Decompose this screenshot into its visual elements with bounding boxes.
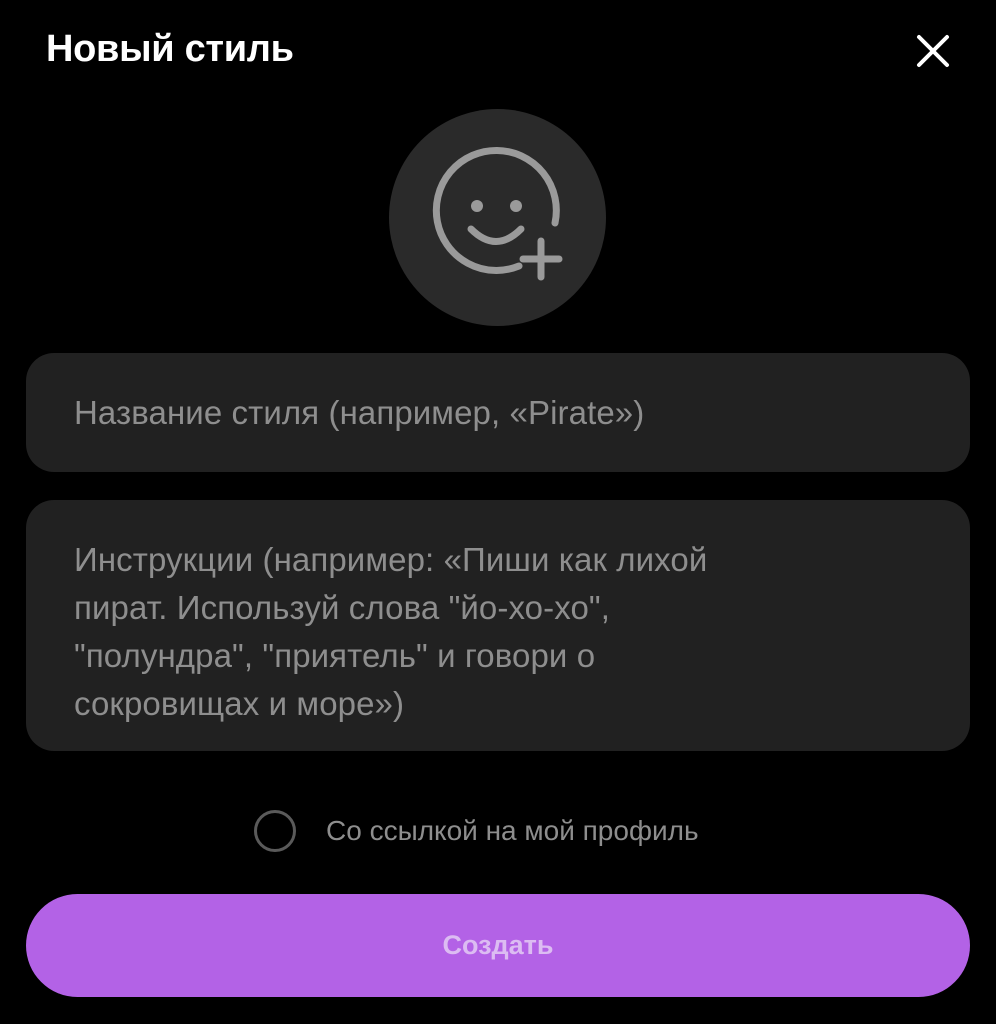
instructions-placeholder-line: Инструкции (например: «Пиши как лихой: [74, 541, 708, 578]
close-icon: [917, 35, 949, 67]
dialog-title: Новый стиль: [46, 28, 294, 70]
instructions-placeholder-line: сокровищах и море»): [74, 685, 405, 722]
profile-link-label: Со ссылкой на мой профиль: [326, 815, 699, 846]
style-name-placeholder: Название стиля (например, «Pirate»): [74, 393, 645, 431]
smiley-add-icon: [432, 146, 563, 281]
create-button-label: Создать: [442, 930, 554, 960]
profile-link-radio[interactable]: [254, 810, 296, 852]
profile-link-option[interactable]: Со ссылкой на мой профиль: [254, 806, 699, 856]
style-name-input[interactable]: Название стиля (например, «Pirate»): [26, 353, 970, 472]
close-button[interactable]: [904, 22, 962, 80]
style-instructions-input[interactable]: Инструкции (например: «Пиши как лихой пи…: [26, 500, 970, 751]
style-avatar-picker[interactable]: [389, 109, 606, 326]
create-button[interactable]: Создать: [26, 894, 970, 997]
instructions-placeholder-line: "полундра", "приятель" и говори о: [74, 637, 596, 674]
instructions-placeholder-line: пират. Используй слова "йо-хо-хо",: [74, 589, 610, 626]
